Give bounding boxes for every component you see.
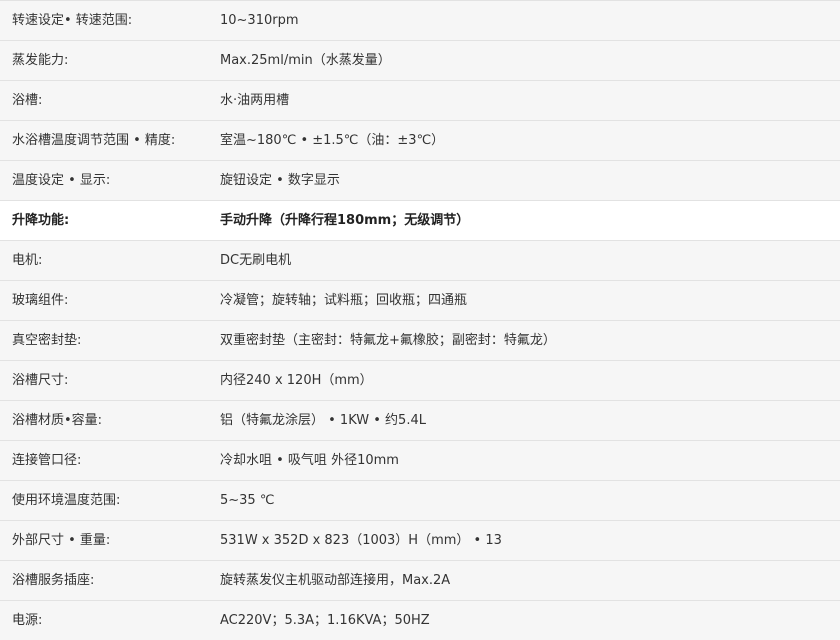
- spec-row-bath: 浴槽: 水·油两用槽: [0, 80, 840, 120]
- spec-value: 冷凝管；旋转轴；试料瓶；回收瓶；四通瓶: [220, 293, 468, 308]
- spec-label: 连接管口径:: [12, 453, 82, 468]
- spec-row-motor: 电机: DC无刷电机: [0, 240, 840, 280]
- spec-value: 旋转蒸发仪主机驱动部连接用，Max.2A: [220, 573, 451, 588]
- spec-value: 水·油两用槽: [220, 93, 290, 108]
- spec-row-lift: 升降功能: 手动升降（升降行程180mm；无级调节）: [0, 200, 840, 240]
- spec-label: 水浴槽温度调节范围 • 精度:: [12, 133, 176, 148]
- spec-row-temperature-setting: 温度设定 • 显示: 旋钮设定 • 数字显示: [0, 160, 840, 200]
- spec-row-tube-diameter: 连接管口径: 冷却水咀 • 吸气咀 外径10mm: [0, 440, 840, 480]
- spec-label: 浴槽尺寸:: [12, 373, 69, 388]
- spec-label: 转速设定• 转速范围:: [12, 13, 133, 28]
- spec-label: 电机:: [12, 253, 43, 268]
- spec-value: AC220V；5.3A；1.16KVA；50HZ: [220, 613, 430, 628]
- spec-value: 5~35 ℃: [220, 493, 275, 508]
- spec-label: 温度设定 • 显示:: [12, 173, 111, 188]
- spec-row-dimensions: 外部尺寸 • 重量: 531W x 352D x 823（1003）H（mm） …: [0, 520, 840, 560]
- spec-value: 铝（特氟龙涂层） • 1KW • 约5.4L: [220, 413, 426, 428]
- spec-label: 使用环境温度范围:: [12, 493, 121, 508]
- spec-row-bath-size: 浴槽尺寸: 内径240 x 120H（mm）: [0, 360, 840, 400]
- spec-label: 浴槽服务插座:: [12, 573, 95, 588]
- spec-row-glassware: 玻璃组件: 冷凝管；旋转轴；试料瓶；回收瓶；四通瓶: [0, 280, 840, 320]
- spec-row-service-outlet: 浴槽服务插座: 旋转蒸发仪主机驱动部连接用，Max.2A: [0, 560, 840, 600]
- spec-value: 旋钮设定 • 数字显示: [220, 173, 340, 188]
- spec-row-power: 电源: AC220V；5.3A；1.16KVA；50HZ: [0, 600, 840, 640]
- spec-value: DC无刷电机: [220, 253, 292, 268]
- spec-table: 转速设定• 转速范围: 10~310rpm 蒸发能力: Max.25ml/min…: [0, 0, 840, 640]
- spec-label: 外部尺寸 • 重量:: [12, 533, 111, 548]
- spec-value: 手动升降（升降行程180mm；无级调节）: [220, 213, 470, 228]
- spec-value: 内径240 x 120H（mm）: [220, 373, 373, 388]
- spec-label: 真空密封垫:: [12, 333, 82, 348]
- spec-row-bath-temperature: 水浴槽温度调节范围 • 精度: 室温~180℃ • ±1.5℃（油：±3℃）: [0, 120, 840, 160]
- spec-value: 531W x 352D x 823（1003）H（mm） • 13: [220, 533, 502, 548]
- spec-label: 蒸发能力:: [12, 53, 69, 68]
- spec-row-ambient-temperature: 使用环境温度范围: 5~35 ℃: [0, 480, 840, 520]
- spec-row-evaporation: 蒸发能力: Max.25ml/min（水蒸发量）: [0, 40, 840, 80]
- spec-label: 电源:: [12, 613, 43, 628]
- spec-label: 浴槽材质•容量:: [12, 413, 103, 428]
- spec-value: 10~310rpm: [220, 13, 299, 28]
- spec-label: 玻璃组件:: [12, 293, 69, 308]
- spec-label: 升降功能:: [12, 213, 70, 228]
- spec-row-speed: 转速设定• 转速范围: 10~310rpm: [0, 0, 840, 40]
- spec-label: 浴槽:: [12, 93, 43, 108]
- spec-row-bath-material: 浴槽材质•容量: 铝（特氟龙涂层） • 1KW • 约5.4L: [0, 400, 840, 440]
- spec-value: 双重密封垫（主密封：特氟龙+氟橡胶；副密封：特氟龙）: [220, 333, 556, 348]
- spec-value: 冷却水咀 • 吸气咀 外径10mm: [220, 453, 399, 468]
- spec-value: Max.25ml/min（水蒸发量）: [220, 53, 391, 68]
- spec-value: 室温~180℃ • ±1.5℃（油：±3℃）: [220, 133, 445, 148]
- spec-row-vacuum-seal: 真空密封垫: 双重密封垫（主密封：特氟龙+氟橡胶；副密封：特氟龙）: [0, 320, 840, 360]
